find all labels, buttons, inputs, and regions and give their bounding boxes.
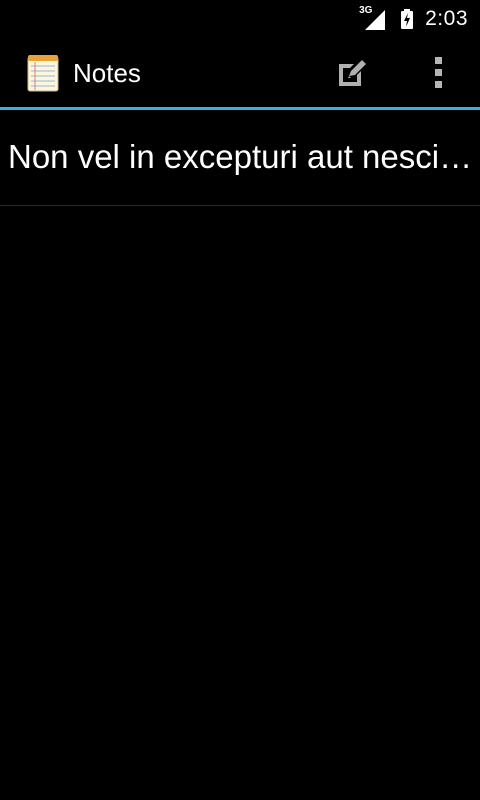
list-item[interactable]: Non vel in excepturi aut nesciunt xyxy=(0,108,480,206)
page-title: Notes xyxy=(73,58,141,88)
battery-icon xyxy=(401,9,414,29)
signal-icon: 3G xyxy=(359,5,386,30)
status-bar: 3G 2:03 xyxy=(0,0,480,38)
overflow-menu-icon xyxy=(434,56,442,88)
new-note-button[interactable] xyxy=(328,48,376,96)
note-title: Non vel in excepturi aut nesciunt xyxy=(8,137,474,175)
edit-note-icon xyxy=(339,60,366,86)
action-bar: Notes xyxy=(0,38,480,110)
notepad-icon[interactable] xyxy=(27,54,59,92)
note-list: Non vel in excepturi aut nesciunt xyxy=(0,108,480,206)
overflow-menu-button[interactable] xyxy=(414,48,462,96)
status-time: 2:03 xyxy=(425,7,468,30)
